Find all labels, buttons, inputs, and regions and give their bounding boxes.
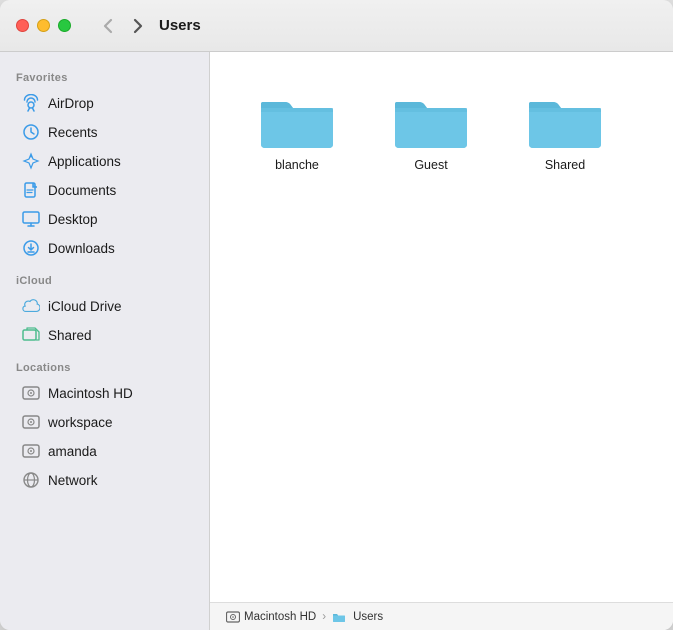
sidebar-item-amanda-label: amanda: [48, 444, 97, 459]
sidebar-item-icloud-drive-label: iCloud Drive: [48, 299, 122, 314]
sidebar-item-workspace[interactable]: workspace: [6, 408, 203, 436]
status-bar: Macintosh HD › Users: [210, 602, 673, 630]
sidebar-item-airdrop[interactable]: AirDrop: [6, 89, 203, 117]
sidebar-section-locations: Locations: [0, 350, 209, 378]
sidebar-item-recents-label: Recents: [48, 125, 98, 140]
sidebar-item-documents[interactable]: Documents: [6, 176, 203, 204]
main-panel: blanche Guest: [210, 52, 673, 630]
folder-blanche-label: blanche: [275, 158, 319, 172]
folder-icon-guest: [391, 84, 471, 152]
amanda-icon: [22, 442, 40, 460]
desktop-icon: [22, 210, 40, 228]
network-icon: [22, 471, 40, 489]
status-users: Users: [353, 611, 383, 623]
back-button[interactable]: [95, 13, 121, 39]
sidebar-item-downloads[interactable]: Downloads: [6, 234, 203, 262]
folder-item-blanche[interactable]: blanche: [242, 76, 352, 180]
sidebar-item-applications[interactable]: Applications: [6, 147, 203, 175]
maximize-button[interactable]: [58, 19, 71, 32]
folder-item-guest[interactable]: Guest: [376, 76, 486, 180]
status-hd-icon: [226, 610, 240, 624]
sidebar-item-shared-icloud[interactable]: Shared: [6, 321, 203, 349]
folder-icon-shared: [525, 84, 605, 152]
sidebar-section-icloud: iCloud: [0, 263, 209, 291]
sidebar-item-documents-label: Documents: [48, 183, 116, 198]
content-area: Favorites AirDrop: [0, 52, 673, 630]
sidebar-item-downloads-label: Downloads: [48, 241, 115, 256]
sidebar-item-network[interactable]: Network: [6, 466, 203, 494]
close-button[interactable]: [16, 19, 29, 32]
window-title: Users: [159, 17, 201, 34]
icloud-drive-icon: [22, 297, 40, 315]
minimize-button[interactable]: [37, 19, 50, 32]
downloads-icon: [22, 239, 40, 257]
sidebar-item-recents[interactable]: Recents: [6, 118, 203, 146]
airdrop-icon: [22, 94, 40, 112]
sidebar-item-desktop[interactable]: Desktop: [6, 205, 203, 233]
sidebar: Favorites AirDrop: [0, 52, 210, 630]
folder-icon-blanche: [257, 84, 337, 152]
sidebar-section-favorites: Favorites: [0, 60, 209, 88]
macintosh-hd-icon: [22, 384, 40, 402]
file-area: blanche Guest: [210, 52, 673, 602]
sidebar-item-amanda[interactable]: amanda: [6, 437, 203, 465]
sidebar-item-network-label: Network: [48, 473, 98, 488]
title-bar: Users: [0, 0, 673, 52]
documents-icon: [22, 181, 40, 199]
forward-button[interactable]: [125, 13, 151, 39]
traffic-lights: [0, 19, 87, 32]
folder-guest-label: Guest: [414, 158, 447, 172]
shared-icloud-icon: [22, 326, 40, 344]
sidebar-item-macintosh-hd[interactable]: Macintosh HD: [6, 379, 203, 407]
sidebar-item-workspace-label: workspace: [48, 415, 113, 430]
status-macintosh-hd: Macintosh HD: [244, 611, 316, 623]
sidebar-item-airdrop-label: AirDrop: [48, 96, 94, 111]
applications-icon: [22, 152, 40, 170]
sidebar-item-desktop-label: Desktop: [48, 212, 98, 227]
folder-shared-label: Shared: [545, 158, 585, 172]
breadcrumb-separator-1: ›: [322, 611, 326, 623]
sidebar-item-macintosh-hd-label: Macintosh HD: [48, 386, 133, 401]
nav-buttons: [95, 13, 151, 39]
sidebar-item-applications-label: Applications: [48, 154, 121, 169]
status-users-folder-icon: [332, 611, 346, 623]
folder-item-shared[interactable]: Shared: [510, 76, 620, 180]
workspace-icon: [22, 413, 40, 431]
sidebar-item-icloud-drive[interactable]: iCloud Drive: [6, 292, 203, 320]
sidebar-item-shared-icloud-label: Shared: [48, 328, 92, 343]
recents-icon: [22, 123, 40, 141]
finder-window: Users Favorites AirDrop: [0, 0, 673, 630]
